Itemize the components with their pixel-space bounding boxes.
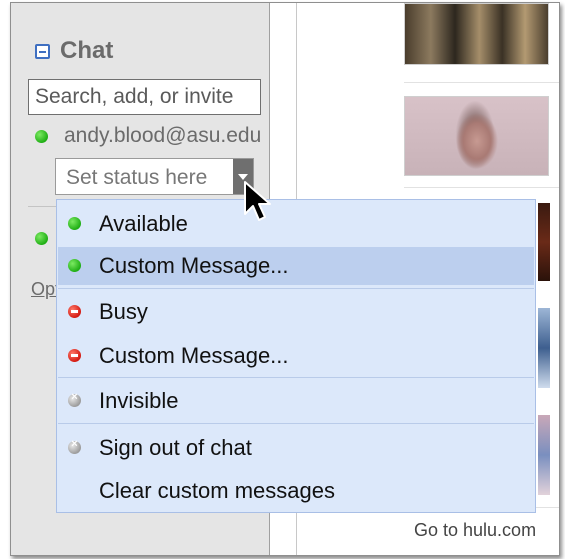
menu-item-label: Available [99,211,188,236]
menu-item-label: Sign out of chat [99,435,252,460]
video-thumbnail-3[interactable] [538,203,550,281]
status-placeholder: Set status here [66,166,208,189]
menu-divider [58,288,534,289]
go-to-hulu-link[interactable]: Go to hulu.com [414,520,536,541]
current-user-row: andy.blood@asu.edu [35,124,269,148]
menu-item-custom-busy[interactable]: Custom Message... [58,337,534,375]
menu-item-label: Custom Message... [99,343,289,368]
menu-item-sign-out[interactable]: Sign out of chat [58,429,534,467]
menu-item-invisible[interactable]: Invisible [58,382,534,420]
status-message-box[interactable]: Set status here [55,158,254,195]
menu-item-busy[interactable]: Busy [58,293,534,331]
user-email: andy.blood@asu.edu [64,124,262,147]
available-status-icon [35,129,48,143]
menu-item-label: Clear custom messages [99,478,335,503]
red-dot-icon [68,349,81,362]
menu-divider [58,377,534,378]
gray-dot-icon [68,438,81,454]
video-thumbnail-1[interactable] [404,3,549,65]
menu-item-clear-custom-messages[interactable]: Clear custom messages [58,472,534,510]
video-thumbnail-5[interactable] [538,415,550,495]
collapse-minus-icon[interactable] [35,43,50,59]
menu-item-custom-available[interactable]: Custom Message... [58,247,534,285]
menu-item-available[interactable]: Available [58,205,534,243]
green-dot-icon [68,217,81,230]
red-dot-icon [68,305,81,318]
status-dropdown-menu: Available Custom Message... Busy Custom … [56,199,536,513]
thumb-divider [404,187,559,188]
gray-dot-icon [68,391,81,407]
chat-header[interactable]: Chat [35,37,113,65]
thumb-divider [404,82,559,83]
chat-title: Chat [60,37,114,64]
chat-search-input[interactable] [28,79,261,115]
video-thumbnail-2[interactable] [404,96,549,176]
contact-available-icon [35,232,48,245]
video-thumbnail-4[interactable] [538,308,550,388]
menu-item-label: Custom Message... [99,253,289,278]
green-dot-icon [68,259,81,272]
menu-divider [58,423,534,424]
mouse-pointer-icon [244,181,271,221]
menu-item-label: Busy [99,299,148,324]
menu-item-label: Invisible [99,388,179,413]
